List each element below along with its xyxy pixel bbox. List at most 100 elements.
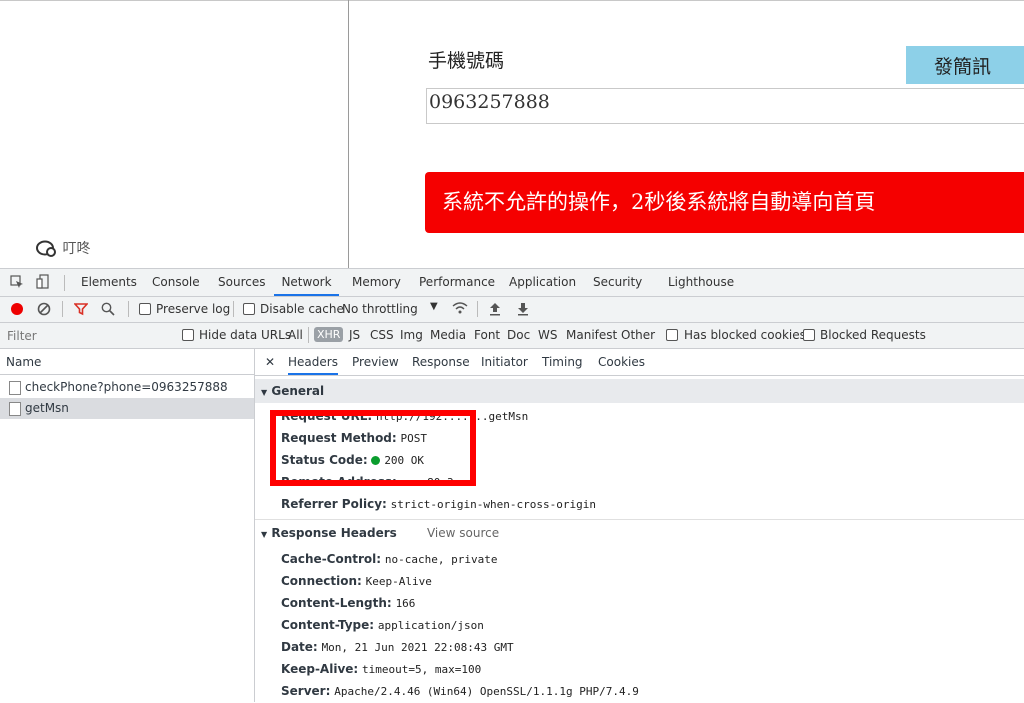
network-toolbar: Preserve log Disable cache No throttling… xyxy=(0,297,1024,323)
divider xyxy=(62,301,63,317)
has-blocked-cookies-checkbox[interactable] xyxy=(666,329,678,341)
header-key: Content-Type: xyxy=(281,618,375,632)
request-list: Name checkPhone?phone=0963257888 getMsn xyxy=(0,349,255,702)
hide-data-urls-checkbox[interactable] xyxy=(182,329,194,341)
tab-console[interactable]: Console xyxy=(152,269,200,296)
phone-input[interactable]: 0963257888 xyxy=(426,88,1024,124)
devtools-tabbar: Elements Console Sources Network Memory … xyxy=(0,269,1024,297)
tab-sources[interactable]: Sources xyxy=(218,269,265,296)
tab-cookies[interactable]: Cookies xyxy=(598,349,645,375)
filter-icon[interactable] xyxy=(73,302,89,319)
response-header-row: Content-Type: application/json xyxy=(281,614,484,636)
filter-manifest[interactable]: Manifest xyxy=(566,328,617,342)
chevron-down-icon[interactable]: ▼ xyxy=(430,301,438,312)
general-section-header[interactable]: ▼ General xyxy=(255,379,1024,403)
tab-response[interactable]: Response xyxy=(412,349,470,375)
request-row-selected[interactable]: getMsn xyxy=(0,398,254,419)
chat-bubble-icon xyxy=(36,240,62,257)
filter-input[interactable]: Filter xyxy=(7,329,37,343)
request-name: checkPhone?phone=0963257888 xyxy=(25,380,228,394)
divider xyxy=(477,301,478,317)
network-conditions-icon[interactable] xyxy=(451,301,469,318)
response-header-row: Keep-Alive: timeout=5, max=100 xyxy=(281,658,481,680)
filter-img[interactable]: Img xyxy=(400,328,423,342)
response-headers-section-header[interactable]: ▼ Response Headers View source xyxy=(255,521,1024,545)
tab-performance[interactable]: Performance xyxy=(419,269,495,296)
highlight-box xyxy=(270,410,476,486)
referrer-policy-row: Referrer Policy: strict-origin-when-cros… xyxy=(281,493,596,515)
divider xyxy=(233,301,234,317)
header-value: application/json xyxy=(377,619,484,632)
export-har-icon[interactable] xyxy=(517,302,529,319)
device-toolbar-icon[interactable] xyxy=(36,274,50,293)
tab-elements[interactable]: Elements xyxy=(81,269,137,296)
filter-all[interactable]: All xyxy=(288,328,303,342)
tab-headers[interactable]: Headers xyxy=(288,349,338,375)
blocked-requests-checkbox[interactable] xyxy=(803,329,815,341)
detail-tabs: ✕ Headers Preview Response Initiator Tim… xyxy=(255,349,1024,376)
header-key: Cache-Control: xyxy=(281,552,382,566)
response-header-row: Server: Apache/2.4.46 (Win64) OpenSSL/1.… xyxy=(281,680,639,702)
response-header-row: Connection: Keep-Alive xyxy=(281,570,432,592)
phone-label: 手機號碼 xyxy=(428,50,505,72)
record-icon[interactable] xyxy=(11,303,23,315)
filter-js[interactable]: JS xyxy=(349,328,360,342)
header-value: timeout=5, max=100 xyxy=(362,663,482,676)
tab-preview[interactable]: Preview xyxy=(352,349,399,375)
tab-initiator[interactable]: Initiator xyxy=(481,349,528,375)
divider xyxy=(308,327,309,343)
header-key: Keep-Alive: xyxy=(281,662,359,676)
file-icon xyxy=(9,402,21,416)
filter-font[interactable]: Font xyxy=(474,328,500,342)
hide-data-urls-label: Hide data URLs xyxy=(199,328,292,342)
response-headers-title: Response Headers xyxy=(271,526,397,540)
header-key: Connection: xyxy=(281,574,362,588)
send-sms-button[interactable]: 發簡訊 xyxy=(906,46,1024,84)
clear-icon[interactable] xyxy=(37,302,51,319)
referrer-policy-label: Referrer Policy: xyxy=(281,497,387,511)
view-source-link[interactable]: View source xyxy=(427,526,499,540)
preserve-log-checkbox[interactable] xyxy=(139,303,151,315)
has-blocked-cookies-label: Has blocked cookies xyxy=(684,328,806,342)
import-har-icon[interactable] xyxy=(489,302,501,319)
disable-cache-checkbox[interactable] xyxy=(243,303,255,315)
tab-network[interactable]: Network xyxy=(274,269,339,296)
tab-timing[interactable]: Timing xyxy=(542,349,583,375)
preserve-log-label: Preserve log xyxy=(156,302,231,316)
filter-other[interactable]: Other xyxy=(621,328,655,342)
left-panel xyxy=(0,0,349,268)
filter-media[interactable]: Media xyxy=(430,328,466,342)
filter-css[interactable]: CSS xyxy=(370,328,394,342)
filter-ws[interactable]: WS xyxy=(538,328,557,342)
header-value: Mon, 21 Jun 2021 22:08:43 GMT xyxy=(321,641,514,654)
inspect-element-icon[interactable] xyxy=(10,275,24,292)
search-icon[interactable] xyxy=(101,302,115,319)
header-value: Keep-Alive xyxy=(365,575,432,588)
tab-application[interactable]: Application xyxy=(509,269,576,296)
header-key: Server: xyxy=(281,684,331,698)
tab-lighthouse[interactable]: Lighthouse xyxy=(668,269,734,296)
request-details: ✕ Headers Preview Response Initiator Tim… xyxy=(255,349,1024,702)
chat-widget[interactable]: 叮咚 xyxy=(36,238,90,258)
blocked-requests-label: Blocked Requests xyxy=(820,328,926,342)
header-value: 166 xyxy=(395,597,416,610)
divider xyxy=(255,519,1024,520)
filter-doc[interactable]: Doc xyxy=(507,328,530,342)
chat-label: 叮咚 xyxy=(62,241,91,257)
close-icon[interactable]: ✕ xyxy=(265,349,275,375)
divider xyxy=(64,275,65,291)
header-key: Content-Length: xyxy=(281,596,392,610)
response-header-row: Content-Length: 166 xyxy=(281,592,415,614)
throttling-select[interactable]: No throttling xyxy=(342,302,418,316)
name-column-header[interactable]: Name xyxy=(0,349,254,375)
triangle-down-icon: ▼ xyxy=(261,388,268,397)
tab-security[interactable]: Security xyxy=(593,269,642,296)
divider xyxy=(128,301,129,317)
tab-memory[interactable]: Memory xyxy=(352,269,401,296)
header-value: Apache/2.4.46 (Win64) OpenSSL/1.1.1g PHP… xyxy=(334,685,639,698)
request-row[interactable]: checkPhone?phone=0963257888 xyxy=(0,377,254,398)
devtools-panel: Elements Console Sources Network Memory … xyxy=(0,268,1024,702)
referrer-policy-value: strict-origin-when-cross-origin xyxy=(390,498,596,511)
filter-xhr[interactable]: XHR xyxy=(314,327,344,342)
header-value: no-cache, private xyxy=(384,553,498,566)
